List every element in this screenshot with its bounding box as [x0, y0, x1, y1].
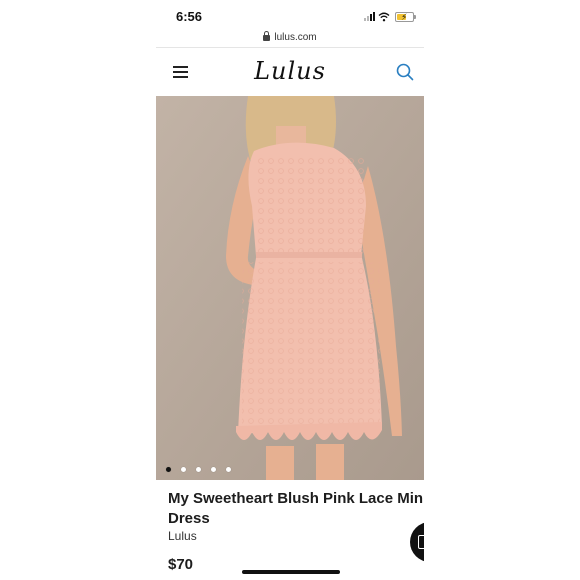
site-logo[interactable]: Lulus [156, 57, 424, 85]
chat-icon [418, 535, 424, 549]
address-bar[interactable]: lulus.com [156, 29, 424, 45]
battery-icon: ⚡ [395, 11, 416, 22]
status-time: 6:56 [176, 9, 203, 24]
lock-icon [263, 31, 271, 41]
carousel-dot[interactable] [226, 467, 231, 472]
dress-photo [156, 96, 424, 480]
carousel-dot[interactable] [166, 467, 171, 472]
product-price: $70 [168, 556, 194, 573]
status-icons: ⚡ [364, 11, 416, 22]
site-header: Lulus [156, 48, 424, 96]
carousel-dot[interactable] [181, 467, 186, 472]
home-indicator [242, 570, 340, 574]
carousel-dot[interactable] [211, 467, 216, 472]
url-text: lulus.com [274, 31, 317, 43]
product-image[interactable] [156, 96, 424, 480]
cellular-signal-icon [364, 12, 375, 21]
carousel-dot[interactable] [196, 467, 201, 472]
search-icon[interactable] [396, 63, 414, 81]
product-title-line1: My Sweetheart Blush Pink Lace Min [168, 490, 424, 507]
product-title-line2: Dress [168, 510, 210, 527]
product-brand[interactable]: Lulus [168, 529, 197, 543]
wifi-icon [378, 12, 390, 21]
carousel-dots [166, 467, 231, 472]
mobile-screen: 6:56 ⚡ lulus.com Lulus My Sweetheart Blu… [156, 0, 424, 580]
product-title: My Sweetheart Blush Pink Lace Min Dress [168, 489, 424, 529]
